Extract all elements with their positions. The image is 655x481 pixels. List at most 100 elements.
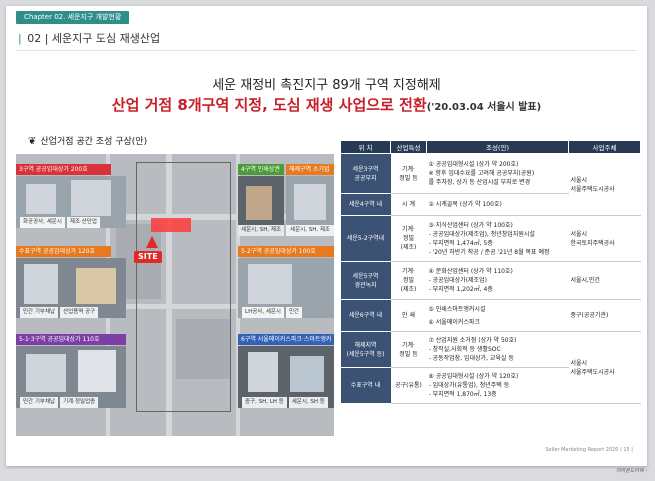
- cell-org: 서울시 서울주택도시공사: [568, 153, 641, 216]
- cell-text: ⑥ 서울메이커스파크: [428, 318, 480, 326]
- cell-text: ④ 문화산업센터 (상가 약 110호): [428, 268, 513, 275]
- photo-area6: 민간 기부채납 산업용역 공구: [16, 258, 126, 318]
- cell-text: 기계·: [402, 226, 415, 233]
- site-map: SITE 3구역 공공임대상가 200호 화공공사, 세운시 제조·산단업 4구…: [16, 154, 334, 436]
- cell-text: - 창작실,사회적 등 생활SOC: [428, 346, 501, 353]
- header-location: 위 치: [340, 140, 391, 154]
- headline-sub: ('20.03.04 서울시 발표): [426, 102, 542, 113]
- cell-trait: 시 계: [390, 193, 427, 216]
- cell-text: 경관녹지: [354, 281, 377, 289]
- site-badge: SITE: [134, 251, 162, 263]
- cell-text: - '20년 하반기 착공 / 준공 '21년 8월 목표 예정: [428, 248, 550, 256]
- building-shape: [294, 184, 326, 220]
- callout-area4: 4구역 인쇄상권: [238, 164, 284, 175]
- table-row: 해제지역 (세운5구역 등) 기계· 정밀 등 ⑦ 산업지원 소거점 (상가 약 5…: [340, 331, 641, 404]
- section-title: | 02 | 세운지구 도심 재생산업: [18, 30, 160, 46]
- cell-text: 공구(유통): [395, 382, 422, 389]
- photo-area4: 세운시, SH, 제조: [238, 176, 284, 236]
- cell-text: 서울시: [570, 230, 588, 238]
- cell-org: 중구(공공기관): [568, 299, 641, 332]
- cell-text: 인 쇄: [402, 312, 415, 319]
- cell-text: ① 공공임대형시설 (상가 약 200호): [428, 161, 519, 168]
- callout-area51: 5-1·3구역 공공임대상가 110호: [16, 334, 126, 345]
- building-shape: [76, 268, 116, 304]
- cell-text: 기계·: [402, 341, 415, 349]
- cell-trait: 기계· 정밀 등: [390, 331, 427, 368]
- map-heading-text: 산업거점 공간 조성 구상(안): [40, 137, 148, 147]
- cell-plan: ⑧ 공공임대형시설 (상가 약 120호) - 임대상가(유통업), 청년주택 등…: [426, 367, 569, 404]
- photo-label: 세운시, SH, 제조: [238, 225, 284, 236]
- cell-text: 정밀 등: [399, 350, 418, 358]
- chapter-tag: Chapter 02. 세운지구 개발현황: [16, 11, 130, 24]
- cell-trait: 기계· 정밀 (제조): [390, 261, 427, 300]
- table-row: 세운5구역 경관녹지 기계· 정밀 (제조) ④ 문화산업센터 (상가 약 110호)…: [340, 261, 641, 300]
- cell-text: 해제지역: [354, 341, 377, 349]
- cell-text: 서울시,민간: [570, 277, 601, 284]
- table-row: 세운5-2구역내 기계· 정밀 (제조) ③ 지식산업센터 (상가 약 100호) -…: [340, 215, 641, 262]
- cell-text: 세운3구역: [352, 165, 379, 173]
- cell-location: 세운5-2구역내: [340, 215, 391, 262]
- cell-org: 서울시 한국토지주택공사: [568, 215, 641, 262]
- cell-plan: ② 시계골목 (상가 약 100호): [426, 193, 569, 216]
- cell-text: ⑤ 인쇄스마트앵커시설: [428, 305, 486, 313]
- cell-text: (제조): [400, 286, 417, 293]
- photo-label: 중구, SH, LH 등: [242, 397, 287, 408]
- cell-text: 정밀: [402, 235, 415, 242]
- cell-location: 세운5구역 경관녹지: [340, 261, 391, 300]
- section-bar: |: [18, 32, 22, 45]
- headline-line2: 산업 거점 8개구역 지정, 도심 재생 사업으로 전환('20.03.04 서…: [6, 94, 647, 115]
- cell-text: 중구(공공기관): [570, 312, 609, 319]
- cell-text: 정밀 등: [399, 174, 418, 182]
- building-shape: [290, 356, 324, 392]
- cell-text: - 공공임대상가(제조업), 청년창업지원시설: [428, 230, 535, 238]
- cell-text: 서울주택도시공사: [570, 368, 615, 376]
- site-arrow-icon: [146, 236, 158, 248]
- photo-skill: 세운시, SH, 제조: [286, 176, 334, 236]
- cell-text: ③ 지식산업센터 (상가 약 100호): [428, 221, 513, 229]
- cell-text: 공공부지: [354, 174, 377, 182]
- table-row: 세운3구역 공공부지 기계· 정밀 등 ① 공공임대형시설 (상가 약 200호) ※…: [340, 153, 641, 216]
- cell-text: - 공공임대상가(제조업): [428, 277, 487, 284]
- photo-area3: 화공공사, 세운시 제조·산단업: [16, 176, 126, 228]
- cell-plan: ⑤ 인쇄스마트앵커시설 ⑥ 서울메이커스파크: [426, 299, 569, 332]
- photo-area51: 민간 기부채납 기계·정밀업종: [16, 346, 126, 408]
- cell-text: ② 시계골목 (상가 약 100호): [428, 201, 502, 208]
- cell-text: ⑦ 산업지원 소거점 (상가 약 50호): [428, 337, 517, 344]
- table-row: 세운6구역 내 인 쇄 ⑤ 인쇄스마트앵커시설 ⑥ 서울메이커스파크 중구(공공기…: [340, 299, 641, 332]
- photo-label-pair: 민간 기부채납 산업용역 공구: [20, 307, 100, 318]
- photo-label: 화공공사, 세운시: [20, 217, 65, 228]
- cell-trait: 기계· 정밀 (제조): [390, 215, 427, 262]
- callout-skill: 해제구역 소기업: [286, 164, 334, 175]
- photo-area6b: 중구, SH, LH 등 세운시, SH 등: [238, 346, 334, 408]
- callout-area6b: 6구역 서울메이커스파크·스마트앵커: [238, 334, 334, 345]
- signature: 리바운드어택 -: [616, 468, 647, 474]
- cell-text: 세운6구역 내: [348, 312, 383, 319]
- photo-label: 세운시, SH, 제조: [286, 225, 334, 236]
- cell-text: ⑧ 공공임대형시설 (상가 약 120호): [428, 373, 519, 380]
- table-header-row: 위 치 산업특성 조성(안) 사업주체: [340, 140, 641, 154]
- cell-plan: ③ 지식산업센터 (상가 약 100호) - 공공임대상가(제조업), 청년창업지…: [426, 215, 569, 262]
- map-heading: ❦ 산업거점 공간 조성 구상(안): [28, 134, 147, 147]
- headline-main: 산업 거점 8개구역 지정, 도심 재생 사업으로 전환: [111, 96, 427, 114]
- photo-label-pair: LH공사, 세운시 민간: [242, 307, 304, 318]
- cell-text: 한국토지주택공사: [570, 239, 615, 247]
- photo-label-pair: 화공공사, 세운시 제조·산단업: [20, 217, 102, 228]
- cell-text: 를 주차장, 상가 등 산업시설 부지로 변경: [428, 179, 531, 186]
- building-shape: [24, 264, 58, 304]
- building-shape: [248, 352, 278, 392]
- photo-label: 제조·산단업: [66, 217, 100, 228]
- cell-plan: ④ 문화산업센터 (상가 약 110호) - 공공임대상가(제조업) - 부지면적 …: [426, 261, 569, 300]
- cell-location: 해제지역 (세운5구역 등): [340, 331, 391, 368]
- header-trait: 산업특성: [390, 140, 427, 154]
- cell-text: - 임대상가(유통업), 청년주택 등: [428, 382, 510, 389]
- cell-text: - 부지면적 1,202㎡, 4층: [428, 286, 493, 293]
- photo-area52: LH공사, 세운시 민간: [238, 258, 334, 318]
- district-outline: [136, 162, 231, 412]
- callout-area6: 수표구역 공공임대상가 120호: [16, 246, 111, 257]
- photo-label: 세운시, SH 등: [288, 397, 328, 408]
- building-shape: [26, 354, 66, 392]
- cell-location: 세운3구역 공공부지: [340, 153, 391, 194]
- cell-text: 세운5-2구역내: [346, 235, 385, 242]
- cell-text: - 공동작업장, 임대상가, 교육실 등: [428, 355, 514, 362]
- slide: Chapter 02. 세운지구 개발현황 | 02 | 세운지구 도심 재생산…: [6, 6, 647, 466]
